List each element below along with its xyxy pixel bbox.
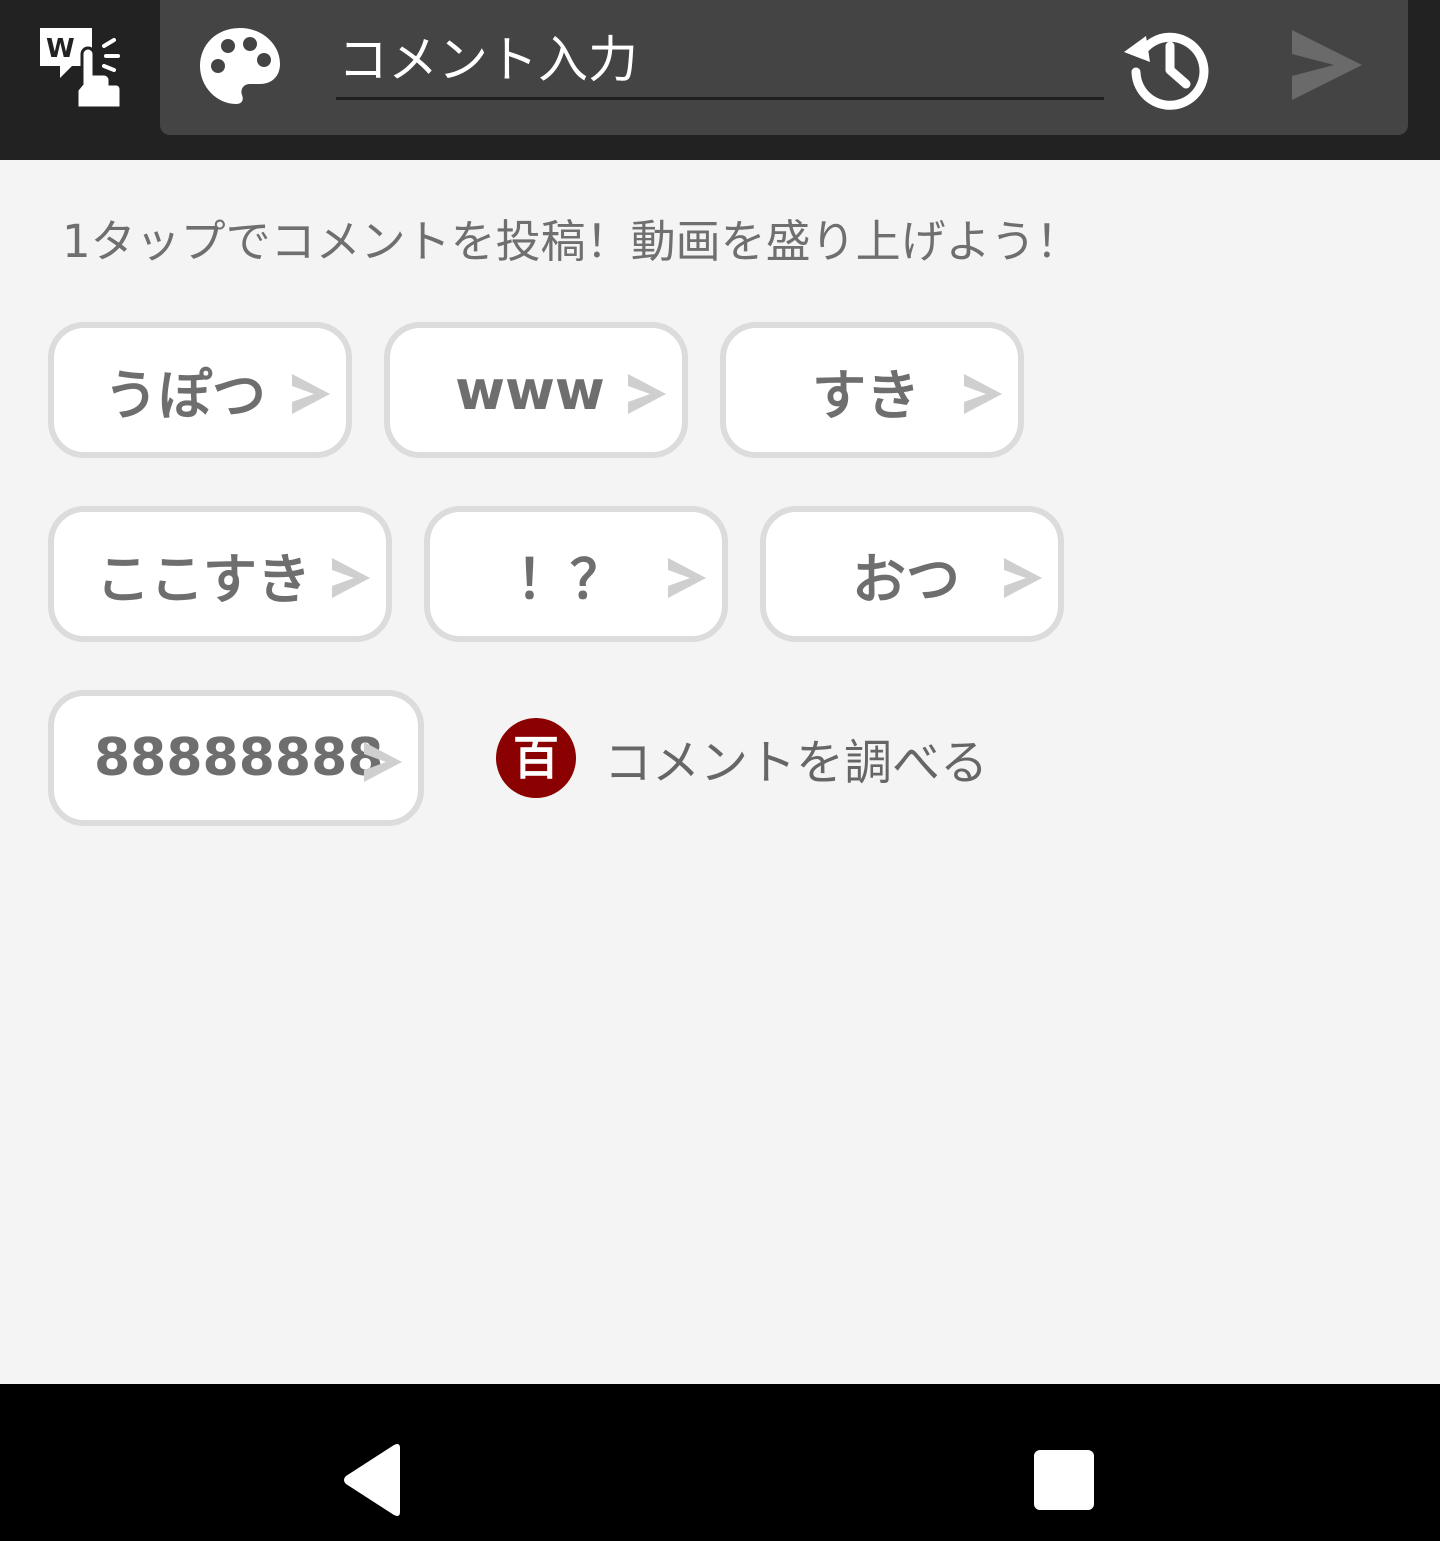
comment-input-panel: コメント入力 <box>160 0 1408 135</box>
send-arrow-icon <box>364 742 402 782</box>
palette-icon[interactable] <box>198 26 282 106</box>
send-arrow-icon <box>1004 558 1042 598</box>
recents-square-icon[interactable] <box>1034 1450 1094 1510</box>
send-icon[interactable] <box>1286 26 1364 104</box>
send-arrow-icon <box>292 374 330 414</box>
send-arrow-icon <box>332 558 370 598</box>
quick-comment-chip-88888888[interactable]: 88888888 <box>48 690 424 826</box>
chip-label: すき <box>812 363 920 427</box>
send-arrow-icon <box>964 374 1002 414</box>
quick-comment-chip-kokosuki[interactable]: ここすき <box>48 506 392 642</box>
top-toolbar: W コメント入力 <box>0 0 1440 160</box>
back-triangle-icon[interactable] <box>340 1444 404 1516</box>
system-navigation-bar <box>0 1384 1440 1541</box>
chip-label: おつ <box>852 547 960 611</box>
send-arrow-icon <box>628 374 666 414</box>
encyclopedia-badge-icon: 百 <box>496 718 576 798</box>
chip-label: www <box>455 358 605 422</box>
lookup-comments-link[interactable]: 百 コメントを調べる <box>496 718 988 798</box>
quick-comment-chip-upotsu[interactable]: うぽつ <box>48 322 352 458</box>
quick-comment-chip-otsu[interactable]: おつ <box>760 506 1064 642</box>
quick-comment-chip-suki[interactable]: すき <box>720 322 1024 458</box>
chip-label: ！？ <box>516 547 624 611</box>
chip-label: 88888888 <box>94 728 384 788</box>
history-icon[interactable] <box>1122 22 1212 112</box>
hint-text: 1タップでコメントを投稿！動画を盛り上げよう！ <box>62 215 1081 268</box>
chip-label: ここすき <box>96 547 311 611</box>
encyclopedia-badge-text: 百 <box>513 731 559 785</box>
wapp-touch-icon[interactable]: W <box>38 24 128 108</box>
comment-input-placeholder: コメント入力 <box>338 31 638 89</box>
lookup-comments-label: コメントを調べる <box>604 735 989 791</box>
comment-input[interactable]: コメント入力 <box>336 20 1104 100</box>
svg-text:W: W <box>46 34 75 64</box>
send-arrow-icon <box>668 558 706 598</box>
quick-comment-chip-exclaim-question[interactable]: ！？ <box>424 506 728 642</box>
quick-comment-chip-www[interactable]: www <box>384 322 688 458</box>
